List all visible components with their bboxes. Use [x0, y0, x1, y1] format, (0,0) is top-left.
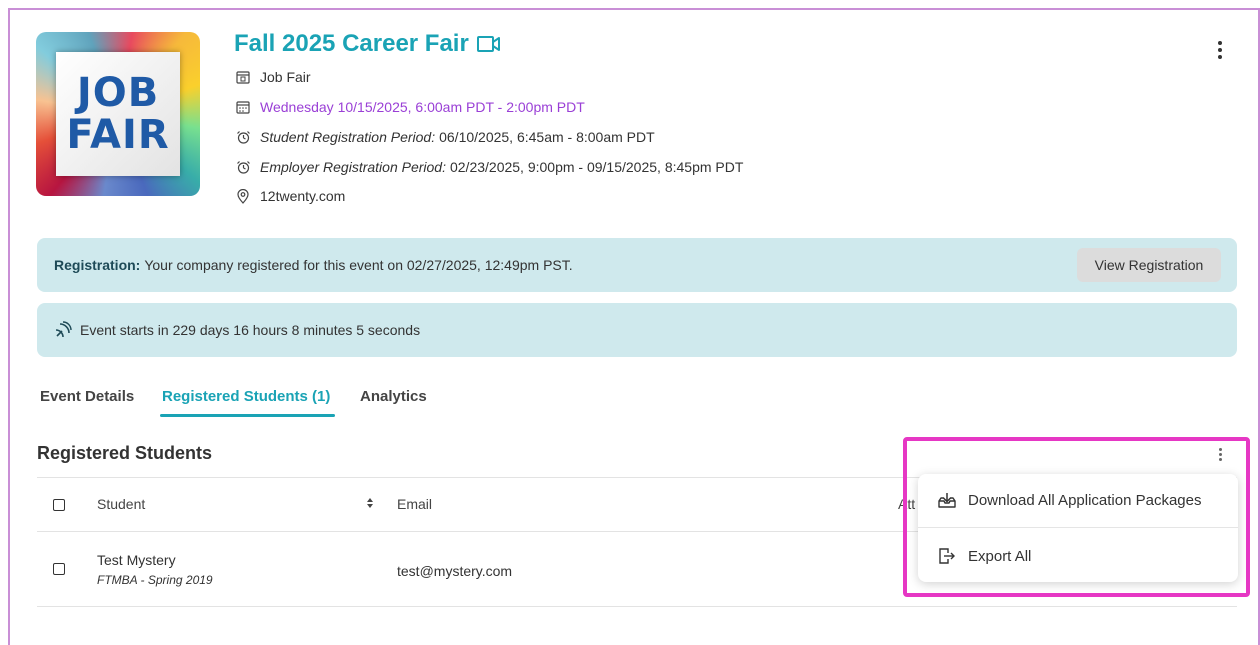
active-tab-indicator: [160, 414, 335, 417]
export-file-icon: [938, 548, 958, 564]
download-tray-icon: [938, 492, 958, 508]
logo-text-line2: FAIR: [66, 112, 170, 158]
column-header-attendance[interactable]: Att: [898, 496, 916, 512]
column-header-email[interactable]: Email: [397, 496, 432, 512]
calendar-icon: [234, 100, 252, 114]
event-type-row: Job Fair: [234, 67, 311, 87]
event-datetime: Wednesday 10/15/2025, 6:00am PDT - 2:00p…: [260, 99, 585, 115]
employer-registration-value: 02/23/2025, 9:00pm - 09/15/2025, 8:45pm …: [449, 159, 744, 175]
row-checkbox[interactable]: [53, 563, 65, 575]
menu-item-label: Export All: [968, 547, 1032, 565]
menu-item-download-all-packages[interactable]: Download All Application Packages: [918, 474, 1238, 526]
student-registration-row: Student Registration Period: 06/10/2025,…: [234, 127, 655, 147]
tab-event-details[interactable]: Event Details: [40, 388, 134, 405]
tab-analytics[interactable]: Analytics: [360, 388, 427, 405]
student-registration-label: Student Registration Period:: [260, 129, 436, 145]
event-title: Fall 2025 Career Fair: [234, 30, 469, 57]
section-more-options-icon[interactable]: [1212, 444, 1228, 464]
countdown-banner: Event starts in 229 days 16 hours 8 minu…: [37, 303, 1237, 357]
menu-item-export-all[interactable]: Export All: [918, 530, 1238, 582]
sort-icon[interactable]: [366, 497, 374, 509]
student-registration-value: 06/10/2025, 6:45am - 8:00am PDT: [439, 129, 655, 145]
student-name[interactable]: Test Mystery: [97, 552, 176, 568]
event-location: 12twenty.com: [260, 188, 346, 204]
video-camera-icon: [476, 35, 501, 53]
tab-registered-students[interactable]: Registered Students (1): [162, 388, 330, 405]
section-title: Registered Students: [37, 443, 213, 463]
countdown-text: Event starts in 229 days 16 hours 8 minu…: [80, 322, 421, 338]
menu-item-label: Download All Application Packages: [968, 491, 1202, 509]
alarm-clock-icon: [234, 160, 252, 175]
select-all-checkbox[interactable]: [53, 499, 65, 511]
registration-banner: Registration: Your company registered fo…: [37, 238, 1237, 292]
event-datetime-row: Wednesday 10/15/2025, 6:00am PDT - 2:00p…: [234, 97, 585, 117]
event-type: Job Fair: [260, 69, 311, 85]
location-pin-icon: [234, 188, 252, 204]
event-title-row: Fall 2025 Career Fair: [234, 30, 501, 58]
alarm-clock-icon: [234, 130, 252, 145]
employer-registration-row: Employer Registration Period: 02/23/2025…: [234, 157, 743, 177]
menu-divider: [918, 527, 1238, 528]
actions-dropdown-menu: Download All Application Packages Export…: [918, 474, 1238, 582]
student-program: FTMBA - Spring 2019: [97, 573, 213, 587]
divider: [37, 606, 1237, 607]
event-logo: JOB FAIR: [36, 32, 200, 196]
registration-banner-label: Registration:: [54, 257, 141, 273]
column-header-student[interactable]: Student: [97, 496, 145, 512]
view-registration-button[interactable]: View Registration: [1077, 248, 1221, 282]
broadcast-icon: [54, 321, 72, 339]
event-location-row: 12twenty.com: [234, 186, 345, 206]
logo-text-line1: JOB: [76, 70, 160, 116]
registration-banner-text: Your company registered for this event o…: [144, 257, 573, 273]
student-email: test@mystery.com: [397, 563, 513, 579]
event-more-options-icon[interactable]: [1210, 38, 1230, 62]
calendar-building-icon: [234, 70, 252, 84]
event-logo-card: JOB FAIR: [56, 52, 180, 176]
employer-registration-label: Employer Registration Period:: [260, 159, 446, 175]
